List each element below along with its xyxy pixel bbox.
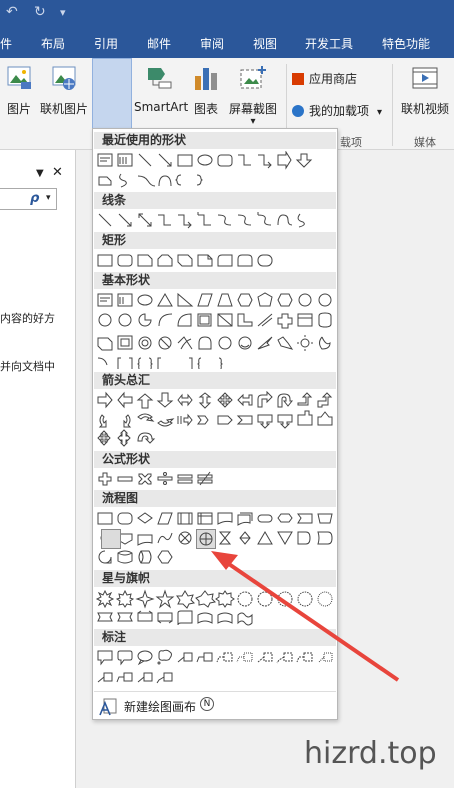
annotation-arrow xyxy=(211,551,400,682)
watermark: hizrd.top xyxy=(304,736,437,771)
word-window: ↶ ↻ ▾ 件 布局 引用 邮件 审阅 视图 开发工具 特色功能 图片 联机图片… xyxy=(0,0,454,788)
